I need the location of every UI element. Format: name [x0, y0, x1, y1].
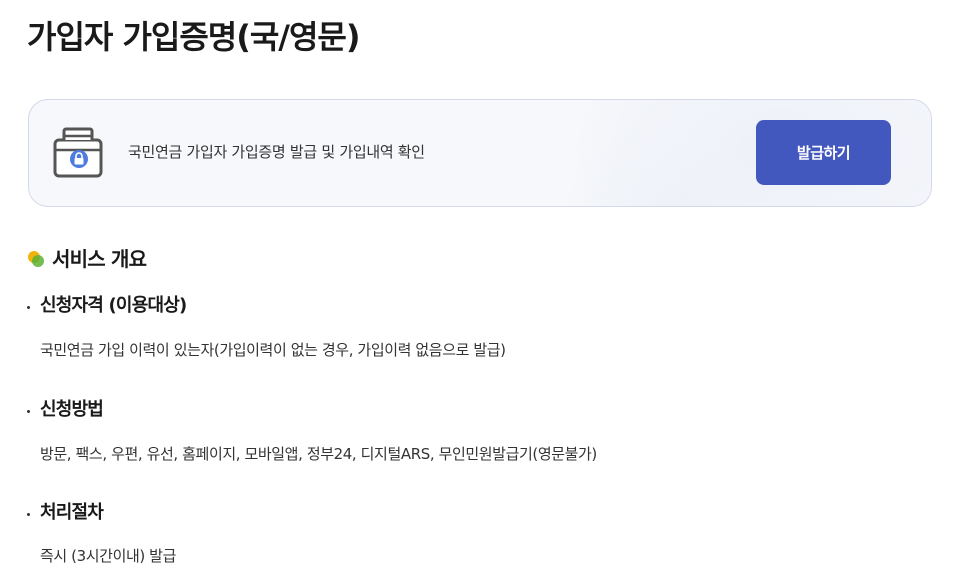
page: 가입자 가입증명(국/영문) 국민연금 가입자 가입증명 발급 및 가입내역 확…	[0, 0, 954, 585]
page-title: 가입자 가입증명(국/영문)	[27, 18, 360, 56]
service-overview-header: 서비스 개요	[27, 244, 147, 274]
card-description: 국민연금 가입자 가입증명 발급 및 가입내역 확인	[128, 143, 425, 161]
locked-document-icon	[53, 127, 103, 178]
list-bullet	[27, 305, 30, 309]
list-bullet	[27, 409, 30, 413]
list-bullet	[27, 512, 30, 516]
method-body: 방문, 팩스, 우편, 유선, 홈페이지, 모바일앱, 정부24, 디지털ARS…	[40, 445, 597, 463]
overview-bullet-icon	[28, 251, 44, 267]
eligibility-heading-label: 신청자격 (이용대상)	[40, 295, 187, 316]
procedure-body: 즉시 (3시간이내) 발급	[40, 547, 176, 565]
eligibility-body: 국민연금 가입 이력이 있는자(가입이력이 없는 경우, 가입이력 없음으로 발…	[40, 341, 506, 359]
issue-card: 국민연금 가입자 가입증명 발급 및 가입내역 확인 발급하기	[28, 99, 932, 207]
method-heading: 신청방법	[27, 397, 104, 423]
procedure-heading-label: 처리절차	[40, 502, 104, 523]
eligibility-heading: 신청자격 (이용대상)	[27, 293, 187, 319]
method-heading-label: 신청방법	[40, 399, 104, 420]
issue-button[interactable]: 발급하기	[756, 120, 891, 185]
section-title: 서비스 개요	[52, 247, 147, 271]
procedure-heading: 처리절차	[27, 500, 104, 526]
